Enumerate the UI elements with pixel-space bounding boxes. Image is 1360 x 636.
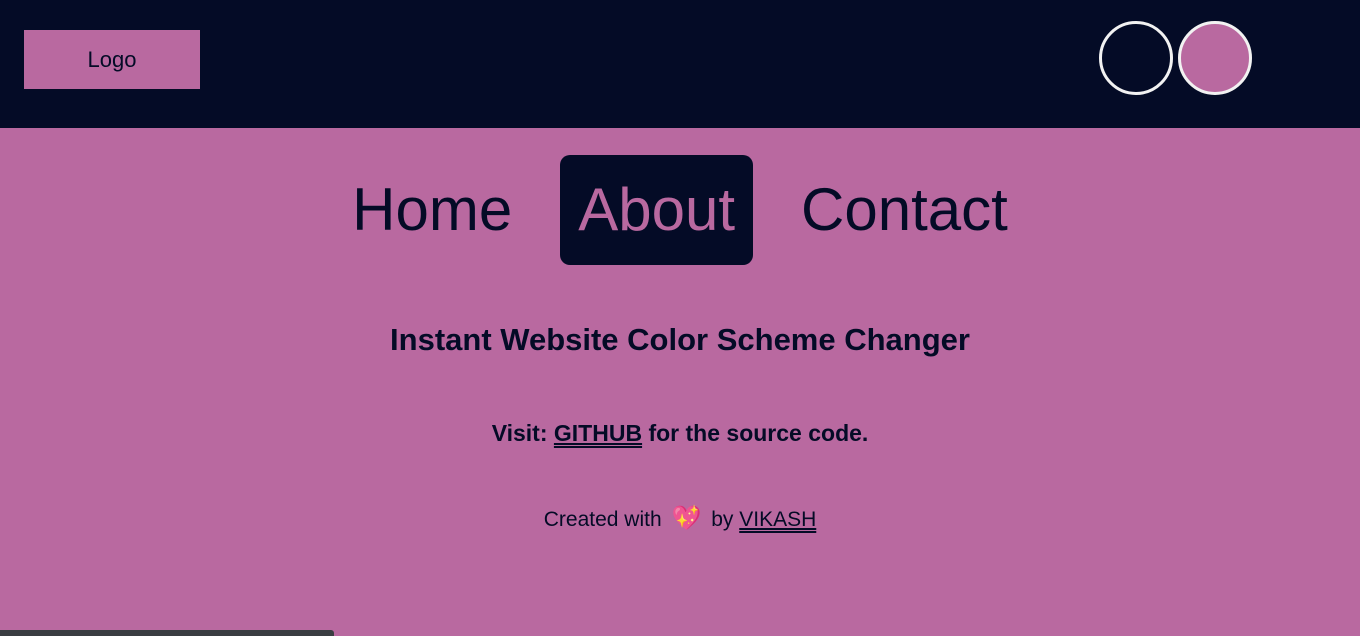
nav-item-home[interactable]: Home [334,155,530,265]
pink-theme-swatch[interactable] [1178,21,1252,95]
github-link[interactable]: GITHUB [554,420,642,446]
sparkling-heart-icon: 💖 [671,505,702,532]
credit-line: Created with 💖 by VIKASH [0,504,1360,533]
nav-menu: Home About Contact [0,155,1360,265]
dark-theme-swatch[interactable] [1099,21,1173,95]
visit-prefix: Visit: [491,420,548,446]
horizontal-scrollbar[interactable] [0,630,334,636]
visit-suffix: for the source code. [648,420,869,446]
page-headline: Instant Website Color Scheme Changer [390,322,970,357]
credit-prefix: Created with [543,508,662,531]
credit-by: by [711,508,734,531]
visit-line: Visit: GITHUB for the source code. [0,420,1360,447]
logo[interactable]: Logo [24,30,200,89]
vikash-link[interactable]: VIKASH [739,508,816,531]
nav-item-contact[interactable]: Contact [783,155,1026,265]
nav-item-about[interactable]: About [560,155,754,265]
header: Logo [0,0,1360,128]
